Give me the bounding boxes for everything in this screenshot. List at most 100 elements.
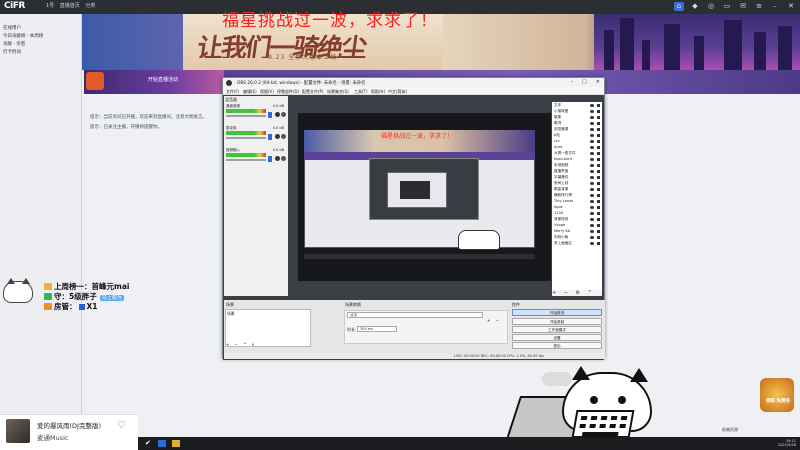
topbar-meta-item[interactable]: 直播首页 (60, 3, 80, 9)
eye-icon (590, 163, 594, 167)
source-item[interactable]: 字幕爆闪 (554, 175, 600, 180)
topbar-meta-item[interactable]: 分类 (85, 3, 95, 9)
leftpanel-row[interactable]: 在线用户 (3, 25, 21, 31)
system-tray[interactable]: 19:11 2021/9/28 (778, 439, 796, 447)
scene-item[interactable]: 场景 (227, 311, 235, 317)
source-item[interactable]: 歌词 (554, 121, 600, 126)
source-item[interactable]: 房间上线 (554, 181, 600, 186)
menu-help[interactable]: 帮助(H) (371, 89, 385, 95)
close-icon[interactable]: ✕ (596, 79, 600, 85)
maximize-icon[interactable]: □ (582, 79, 587, 85)
app-icon-blue[interactable] (158, 440, 166, 447)
minimize-icon[interactable]: – (770, 2, 780, 11)
source-item[interactable]: Tiny Lands (554, 199, 600, 204)
volume-slider[interactable] (226, 115, 266, 117)
source-item[interactable]: ccc (554, 139, 600, 144)
menu-docks[interactable]: 停靠部件(D) (277, 89, 299, 95)
source-item[interactable]: 1204 (554, 211, 600, 216)
exit-button[interactable]: 退出 (512, 342, 602, 349)
eye-icon (590, 181, 594, 185)
song-artist: 麦通Music (37, 434, 69, 442)
menu-file[interactable]: 文件(F) (226, 89, 239, 95)
album-cover[interactable] (6, 419, 30, 443)
chat-icon[interactable]: ✉ (738, 2, 748, 11)
start-streaming-button[interactable]: 开始推流 (512, 309, 602, 316)
menu-scene-collection[interactable]: 场景集合(S) (327, 89, 349, 95)
menu-profile[interactable]: 配置文件(P) (302, 89, 324, 95)
source-item[interactable]: Aunt (554, 145, 600, 150)
settings-button[interactable]: 设置 (512, 334, 602, 341)
track-db: 0.0 dB (272, 126, 284, 130)
source-item[interactable]: b站 (554, 133, 600, 138)
source-item[interactable]: 其上画面区 (554, 241, 600, 246)
leftpanel-row[interactable]: 贡献 · 亲密 (3, 41, 25, 47)
volume-knob[interactable] (268, 156, 272, 162)
close-icon[interactable]: ✕ (786, 2, 796, 11)
source-item[interactable]: 背景特效 (554, 217, 600, 222)
gift-badge-icon[interactable] (760, 378, 794, 412)
home-icon[interactable]: ⌂ (674, 2, 684, 11)
menu-icon[interactable]: ≡ (754, 2, 764, 11)
lock-icon (597, 217, 600, 221)
check-icon[interactable]: ✔ (145, 440, 153, 447)
volume-knob[interactable] (268, 112, 272, 118)
eye-icon (590, 145, 594, 149)
source-item[interactable]: Merry Kb (554, 229, 600, 234)
transition-add-remove[interactable]: + − (487, 318, 501, 323)
studio-mode-button[interactable]: 工作室模式 (512, 326, 602, 333)
duration-input[interactable]: 300 ms (357, 326, 397, 332)
mixer-track: 麦克风 0.0 dB (226, 126, 286, 142)
volume-knob[interactable] (268, 134, 272, 140)
source-item[interactable]: 本地视频 (554, 163, 600, 168)
upgrade-tag[interactable]: 马上成为 (99, 295, 124, 301)
app-icon-yellow[interactable] (172, 440, 180, 447)
source-item[interactable]: 文本 (554, 103, 600, 108)
source-item[interactable]: Vcoge (554, 223, 600, 228)
obs-titlebar[interactable]: OBS 26.0.2 (64-bit, windows) - 配置文件: 未命名… (223, 78, 604, 87)
speaker-icon[interactable] (275, 134, 280, 139)
source-item[interactable]: Ayoe (554, 205, 600, 210)
minimize-icon[interactable]: – (571, 79, 574, 85)
menu-edit[interactable]: 编辑(E) (243, 89, 257, 95)
leftpanel-row[interactable]: 打卡时间 (3, 49, 21, 55)
source-item[interactable]: 直播界面 (554, 169, 600, 174)
source-item[interactable]: kkod-bunt (554, 157, 600, 162)
start-recording-button[interactable]: 开始录制 (512, 318, 602, 325)
volume-slider[interactable] (226, 159, 266, 161)
heart-icon[interactable]: ♡ (117, 421, 126, 431)
gear-icon[interactable] (281, 134, 286, 139)
gear-icon[interactable] (281, 112, 286, 117)
source-item[interactable]: 大屏一般文件 (554, 151, 600, 156)
transition-select[interactable]: 淡出 (347, 312, 483, 318)
topbar-meta-item[interactable]: 1号 (46, 3, 54, 9)
chat-line: 提示：当前房间已开播，欢迎来到直播间，注意文明发言。 (90, 115, 207, 120)
gamepad-icon[interactable]: ◎ (706, 2, 716, 11)
eye-icon (590, 121, 594, 125)
obs-window[interactable]: OBS 26.0.2 (64-bit, windows) - 配置文件: 未命名… (222, 77, 605, 360)
gear-icon[interactable] (281, 156, 286, 161)
scenes-toolbar[interactable]: + − ^ v (226, 342, 256, 347)
menu-view[interactable]: 视图(V) (260, 89, 274, 95)
preview-nested-window (400, 181, 430, 199)
source-item[interactable]: 爆款排行榜 (554, 193, 600, 198)
volume-slider[interactable] (226, 137, 266, 139)
lock-icon (597, 139, 600, 143)
source-item[interactable]: 歌曲背景 (554, 187, 600, 192)
tv-icon[interactable]: ▭ (722, 2, 732, 11)
source-item[interactable]: 小猫咪图 (554, 109, 600, 114)
leftpanel-row[interactable]: 今日贡献榜 · 本周榜 (3, 33, 43, 39)
sources-toolbar[interactable]: + − ⚙ ^ v (552, 290, 602, 302)
menu-language[interactable]: 中文(简体) (388, 89, 407, 95)
level-icon (78, 304, 85, 310)
source-item[interactable]: 浏览器源 (554, 127, 600, 132)
speaker-icon[interactable] (275, 112, 280, 117)
game-icon[interactable]: ◆ (690, 2, 700, 11)
lock-icon (597, 223, 600, 227)
menu-tools[interactable]: 工具(T) (354, 89, 368, 95)
speaker-icon[interactable] (275, 156, 280, 161)
promo-badge-icon (86, 72, 104, 90)
eye-icon (590, 199, 594, 203)
source-item[interactable]: 摄像 (554, 115, 600, 120)
lock-icon (597, 133, 600, 137)
source-item[interactable]: 闪烁小鱼 (554, 235, 600, 240)
